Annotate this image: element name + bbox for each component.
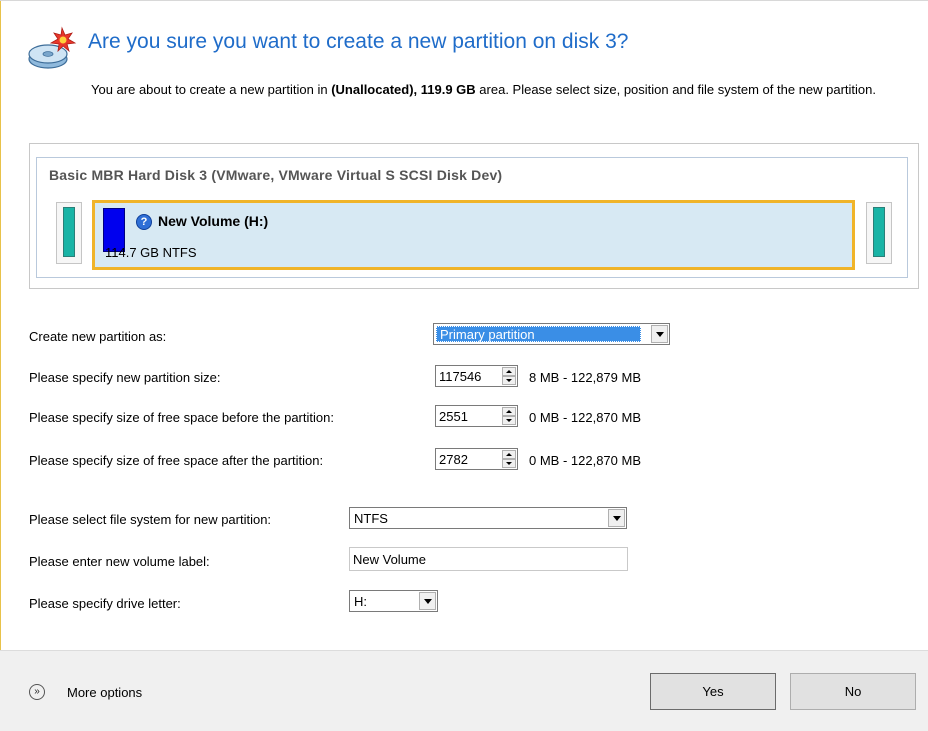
dialog-description: You are about to create a new partition …: [91, 80, 921, 100]
chevron-down-icon[interactable]: [419, 592, 436, 610]
free-before-stepper[interactable]: 2551: [435, 405, 518, 427]
yes-button[interactable]: Yes: [650, 673, 776, 710]
partition-size-stepper[interactable]: 117546: [435, 365, 518, 387]
partition-type-value: Primary partition: [436, 326, 641, 342]
unallocated-before-block[interactable]: [63, 207, 75, 257]
more-options-link[interactable]: More options: [67, 685, 142, 700]
question-icon: ?: [136, 214, 152, 230]
create-as-label: Create new partition as:: [29, 329, 167, 344]
before-range: 0 MB - 122,870 MB: [529, 410, 641, 425]
expand-chevron-icon[interactable]: »: [29, 684, 45, 700]
window-top-border: [0, 0, 928, 1]
desc-suffix: area. Please select size, position and f…: [475, 82, 877, 97]
after-label: Please specify size of free space after …: [29, 453, 324, 468]
partition-type-select[interactable]: Primary partition: [433, 323, 670, 345]
free-after-stepper[interactable]: 2782: [435, 448, 518, 470]
free-before-value: 2551: [439, 409, 468, 424]
before-up-arrow[interactable]: [502, 407, 516, 416]
drive-letter-select[interactable]: H:: [349, 590, 438, 612]
volume-label-input[interactable]: New Volume: [349, 547, 628, 571]
after-down-arrow[interactable]: [502, 459, 516, 468]
new-partition-block[interactable]: [92, 200, 855, 270]
size-range: 8 MB - 122,879 MB: [529, 370, 641, 385]
partition-size-value: 117546: [439, 369, 482, 384]
size-up-arrow[interactable]: [502, 367, 516, 376]
filesystem-label: Please select file system for new partit…: [29, 512, 272, 527]
disk-new-partition-icon: [28, 26, 77, 69]
dialog-title: Are you sure you want to create a new pa…: [88, 30, 629, 53]
free-after-value: 2782: [439, 452, 468, 467]
partition-name: New Volume (H:): [158, 213, 269, 229]
desc-prefix: You are about to create a new partition …: [91, 82, 332, 97]
after-range: 0 MB - 122,870 MB: [529, 453, 641, 468]
filesystem-value: NTFS: [354, 511, 388, 526]
desc-area: (Unallocated), 119.9 GB: [331, 82, 476, 97]
partition-size: 114.7 GB NTFS: [105, 245, 197, 260]
no-button[interactable]: No: [790, 673, 916, 710]
size-label: Please specify new partition size:: [29, 370, 221, 385]
disk-title: Basic MBR Hard Disk 3 (VMware, VMware Vi…: [49, 167, 503, 183]
chevron-down-icon[interactable]: [608, 509, 625, 527]
volume-label-label: Please enter new volume label:: [29, 554, 210, 569]
window-edge: [0, 0, 1, 731]
after-up-arrow[interactable]: [502, 450, 516, 459]
drive-letter-label: Please specify drive letter:: [29, 596, 181, 611]
volume-label-value: New Volume: [353, 552, 426, 567]
drive-letter-value: H:: [354, 594, 367, 609]
before-label: Please specify size of free space before…: [29, 410, 334, 425]
size-down-arrow[interactable]: [502, 376, 516, 385]
filesystem-select[interactable]: NTFS: [349, 507, 627, 529]
chevron-down-icon[interactable]: [651, 325, 668, 343]
before-down-arrow[interactable]: [502, 416, 516, 425]
unallocated-after-block[interactable]: [873, 207, 885, 257]
